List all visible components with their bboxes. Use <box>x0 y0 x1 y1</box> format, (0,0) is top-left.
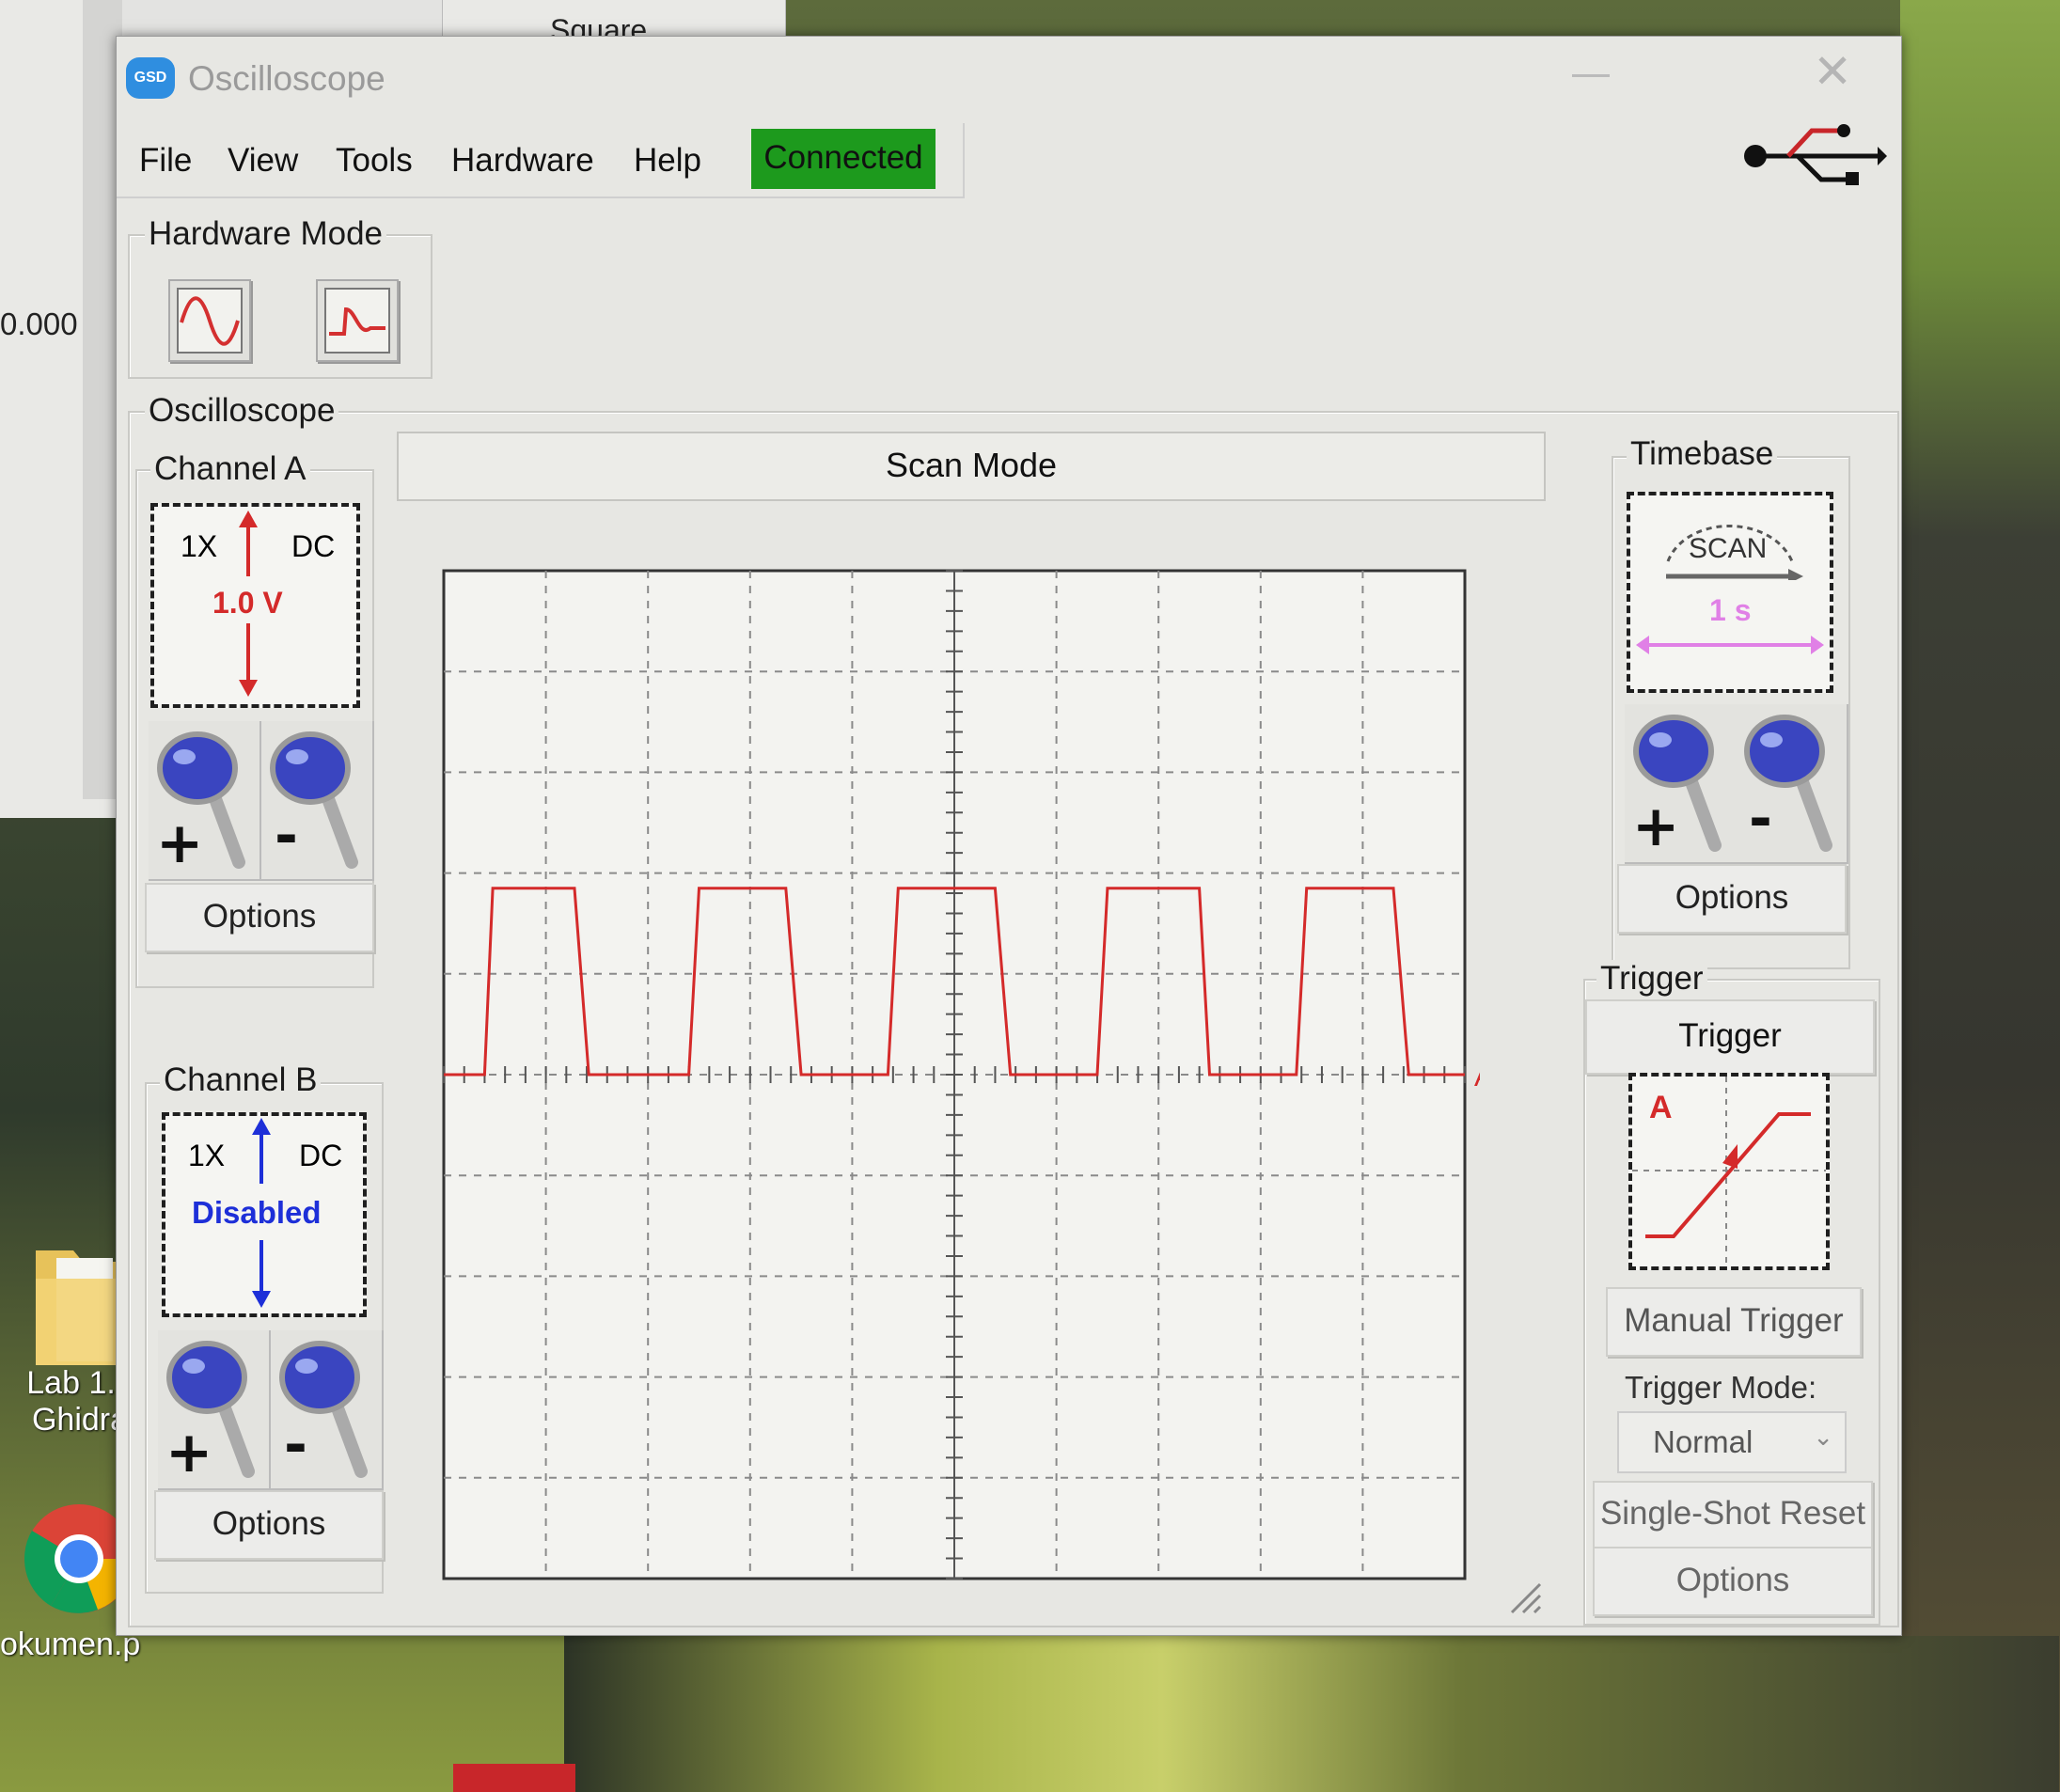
menu-view[interactable]: View <box>228 142 298 180</box>
channel-b-scale-box[interactable]: 1X DC Disabled <box>162 1112 367 1317</box>
app-icon: GSD <box>126 57 175 99</box>
menu-tools[interactable]: Tools <box>336 142 413 180</box>
trigger-edge-icon <box>1632 1077 1826 1266</box>
desktop-wallpaper <box>1900 0 2060 1792</box>
timebase-value: 1 s <box>1709 593 1752 627</box>
menu-file[interactable]: File <box>139 142 192 180</box>
svg-text:+: + <box>156 810 203 876</box>
timebase-options-button[interactable]: Options <box>1617 864 1847 934</box>
scan-mode-header: Scan Mode <box>397 432 1546 501</box>
connection-status-badge: Connected <box>751 129 936 189</box>
channel-a-coupling: DC <box>291 529 336 563</box>
channel-b-coupling: DC <box>299 1139 343 1172</box>
channel-a-scale-box[interactable]: 1X DC 1.0 V <box>150 503 360 708</box>
desktop-wallpaper-reflection <box>564 1636 2059 1792</box>
timebase-mode: SCAN <box>1689 533 1768 564</box>
svg-text:-: - <box>275 803 298 869</box>
oscilloscope-group-label: Oscilloscope <box>145 392 339 430</box>
timebase-zoom-in-button[interactable]: + <box>1625 704 1738 864</box>
taskbar-item[interactable] <box>453 1764 575 1792</box>
magnifier-plus-icon: + <box>156 731 245 876</box>
magnifier-plus-icon: + <box>1632 715 1722 859</box>
minimize-button[interactable] <box>1572 74 1610 77</box>
hardware-mode-label: Hardware Mode <box>145 215 386 253</box>
timebase-label: Timebase <box>1627 435 1778 473</box>
chevron-down-icon: ⌄ <box>1813 1423 1833 1451</box>
channel-b-zoom-in-button[interactable]: + <box>158 1330 271 1490</box>
resize-grip-icon[interactable] <box>1506 1579 1544 1616</box>
svg-text:+: + <box>1632 794 1679 859</box>
channel-a-scale-arrow-icon <box>239 511 258 697</box>
oscilloscope-window: GSD Oscilloscope ✕ File View Tools Hardw… <box>116 36 1902 1636</box>
magnifier-minus-icon: - <box>270 731 358 869</box>
usb-icon <box>1744 124 1887 185</box>
channel-b-label: Channel B <box>160 1061 322 1099</box>
channel-b-probe: 1X <box>188 1139 226 1172</box>
spectrum-mode-icon[interactable] <box>316 279 399 362</box>
window-title: Oscilloscope <box>188 59 385 98</box>
channel-a-zoom-out-button[interactable]: - <box>261 721 374 881</box>
background-value-readout: 0.000 <box>0 307 78 341</box>
channel-a-zoom-in-button[interactable]: + <box>149 721 261 881</box>
channel-a-marker: A <box>1474 1061 1480 1092</box>
channel-b-zoom-out-button[interactable]: - <box>271 1330 384 1490</box>
timebase-scale-box[interactable]: SCAN 1 s <box>1627 492 1833 693</box>
close-icon[interactable]: ✕ <box>1813 44 1852 99</box>
magnifier-plus-icon: + <box>165 1341 255 1485</box>
svg-text:-: - <box>1749 786 1772 852</box>
magnifier-minus-icon: - <box>279 1341 368 1478</box>
timebase-span-arrow-icon <box>1636 636 1824 654</box>
channel-b-scale-arrow-icon <box>252 1118 271 1308</box>
trigger-group-label: Trigger <box>1596 960 1707 998</box>
scope-display[interactable]: A <box>427 526 1480 1597</box>
single-shot-reset-button[interactable]: Single-Shot Reset <box>1593 1481 1873 1548</box>
svg-text:+: + <box>165 1420 212 1485</box>
timebase-zoom-out-button[interactable]: - <box>1736 704 1848 864</box>
title-bar[interactable]: GSD Oscilloscope ✕ <box>117 37 1901 123</box>
channel-a-options-button[interactable]: Options <box>145 883 374 952</box>
trigger-header: Trigger <box>1585 999 1875 1075</box>
trigger-level-box[interactable]: A <box>1628 1073 1830 1270</box>
trigger-mode-label: Trigger Mode: <box>1625 1370 1817 1405</box>
menu-hardware[interactable]: Hardware <box>451 142 594 180</box>
channel-b-options-button[interactable]: Options <box>154 1490 384 1560</box>
trigger-mode-select[interactable]: Normal ⌄ <box>1617 1411 1847 1473</box>
svg-text:-: - <box>284 1412 307 1478</box>
trigger-mode-value: Normal <box>1653 1424 1753 1459</box>
oscilloscope-mode-icon[interactable] <box>168 279 251 362</box>
magnifier-minus-icon: - <box>1744 715 1832 852</box>
channel-a-probe: 1X <box>181 529 218 563</box>
menu-help[interactable]: Help <box>634 142 701 180</box>
manual-trigger-button[interactable]: Manual Trigger <box>1606 1287 1862 1357</box>
trigger-options-button[interactable]: Options <box>1593 1547 1873 1616</box>
channel-a-label: Channel A <box>150 450 310 488</box>
